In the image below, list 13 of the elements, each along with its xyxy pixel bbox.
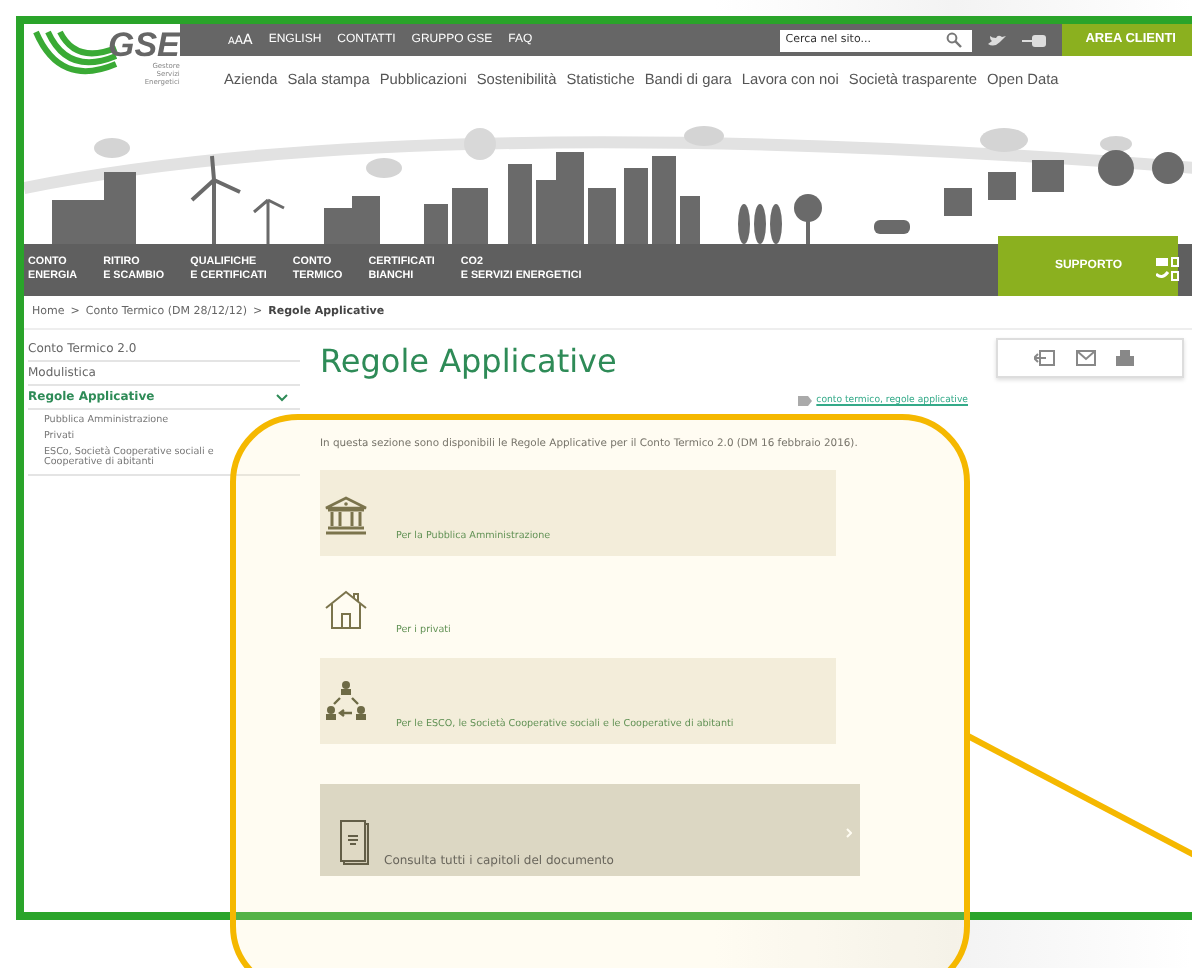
page-title: Regole Applicative (320, 342, 617, 380)
bank-building-icon (324, 496, 368, 536)
exit-icon[interactable] (1034, 350, 1056, 366)
document-icon (340, 820, 372, 868)
house-icon (324, 590, 368, 630)
chevron-down-icon[interactable] (276, 393, 288, 401)
bird-icon[interactable] (987, 33, 1006, 47)
print-icon[interactable] (1116, 350, 1134, 366)
chevron-right-icon (846, 828, 852, 838)
mail-icon[interactable] (1076, 350, 1096, 366)
people-network-icon (324, 680, 368, 724)
tag-icon (798, 396, 813, 406)
search-icon[interactable] (945, 32, 962, 48)
